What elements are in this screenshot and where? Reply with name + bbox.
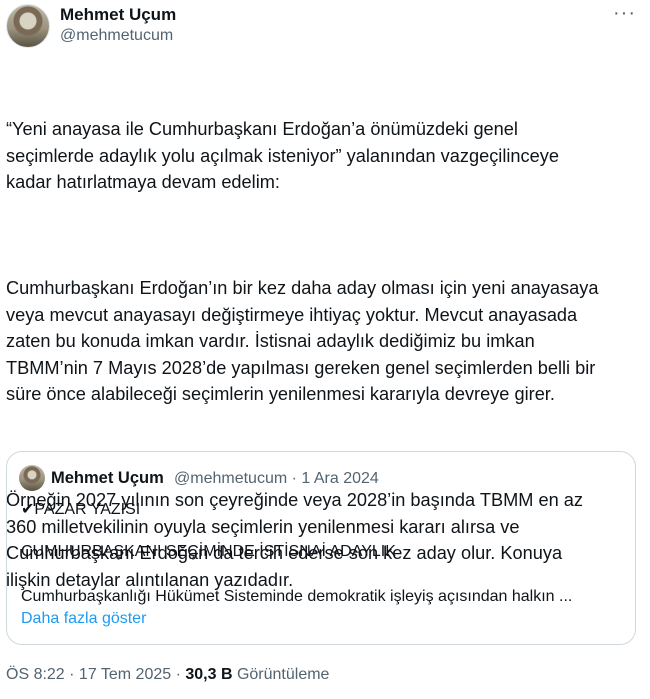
timestamp[interactable]: ÖS 8:22 · 17 Tem 2025 · bbox=[6, 666, 185, 683]
author-name[interactable]: Mehmet Uçum bbox=[60, 5, 176, 25]
quoted-line-excerpt: Cumhurbaşkanlığı Hükümet Sisteminde demo… bbox=[21, 588, 573, 605]
views-label: Görüntüleme bbox=[232, 666, 330, 683]
show-more-link[interactable]: Daha fazla göster bbox=[21, 610, 146, 628]
tweet-paragraph: “Yeni anayasa ile Cumhurbaşkanı Erdoğan’… bbox=[6, 119, 559, 192]
quoted-author-name[interactable]: Mehmet Uçum bbox=[51, 469, 164, 488]
author-handle[interactable]: @mehmetucum bbox=[60, 27, 173, 45]
quoted-line-title: ✔PAZAR YAZISI bbox=[21, 501, 141, 518]
views-count: 30,3 B bbox=[185, 666, 233, 683]
quoted-author-avatar[interactable] bbox=[19, 465, 45, 491]
quoted-tweet-card[interactable]: Mehmet Uçum @mehmetucum · 1 Ara 2024 ✔PA… bbox=[6, 451, 636, 645]
tweet-header: Mehmet Uçum @mehmetucum ··· bbox=[6, 0, 650, 52]
more-options-icon[interactable]: ··· bbox=[613, 2, 636, 25]
tweet-footer: ÖS 8:22 · 17 Tem 2025 · 30,3 B Görüntüle… bbox=[6, 666, 329, 684]
quoted-line-heading: CUMHURBAŞKANI SEÇİMİNDE İSTİSNAİ ADAYLIK bbox=[21, 543, 396, 560]
author-avatar[interactable] bbox=[6, 4, 50, 48]
quoted-handle-date: @mehmetucum · 1 Ara 2024 bbox=[174, 470, 379, 487]
tweet-paragraph: Cumhurbaşkanı Erdoğan’ın bir kez daha ad… bbox=[6, 278, 599, 404]
